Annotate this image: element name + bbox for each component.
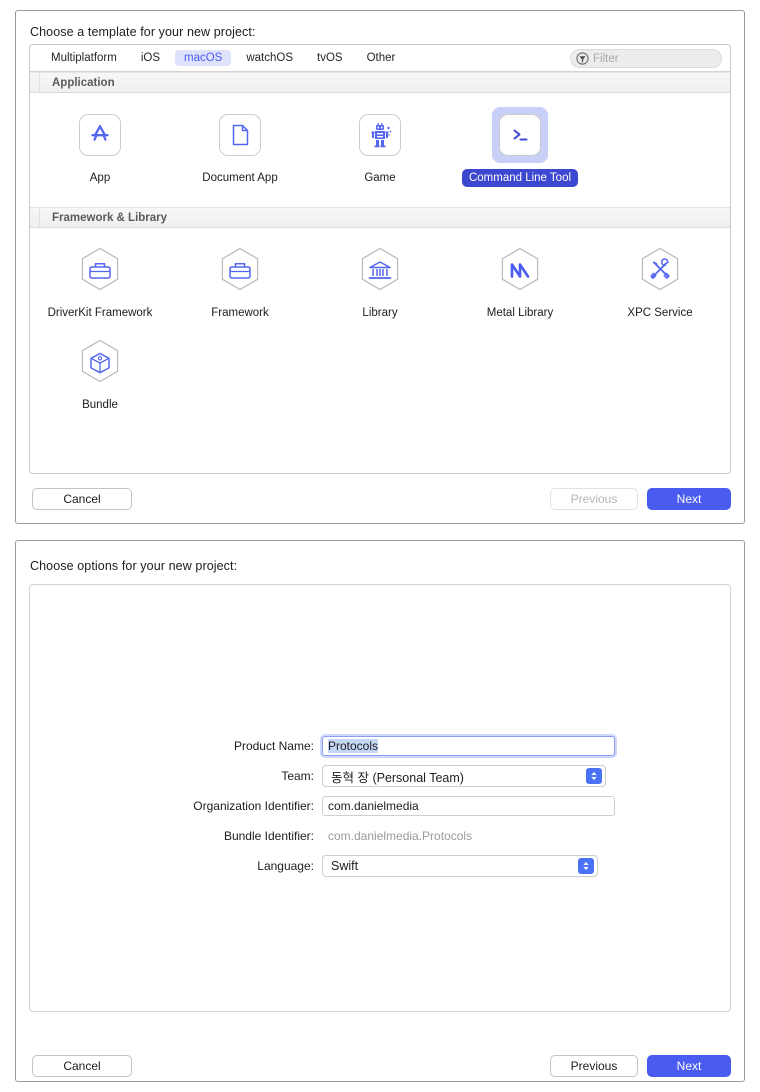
bundle-identifier-value: com.danielmedia.Protocols (328, 829, 473, 843)
tab-ios[interactable]: iOS (132, 50, 169, 66)
project-options-form: Product Name: Protocols Team: 동혁 장 (Pers… (30, 733, 730, 883)
template-item-library[interactable]: Library (310, 242, 450, 334)
filter-field[interactable]: Filter (570, 49, 722, 68)
template-item-xpc-service[interactable]: XPC Service (590, 242, 730, 334)
template-chooser-dialog: Choose a template for your new project: … (15, 10, 745, 524)
language-popup-button[interactable]: Swift (322, 855, 598, 877)
team-value: 동혁 장 (Personal Team) (331, 770, 464, 785)
document-icon (219, 114, 261, 156)
template-browser: Multiplatform iOS macOS watchOS tvOS Oth… (29, 44, 731, 474)
template-item-label: Command Line Tool (461, 169, 579, 187)
template-item-icon-wrap (352, 242, 408, 298)
tab-other[interactable]: Other (358, 50, 405, 66)
template-item-bundle[interactable]: Bundle (30, 334, 170, 426)
metal-m-hex-icon (495, 245, 545, 295)
template-item-icon-wrap (72, 334, 128, 390)
options-panel: Product Name: Protocols Team: 동혁 장 (Pers… (29, 584, 731, 1012)
filter-icon (576, 52, 589, 65)
section-header-framework-library: Framework & Library (30, 207, 730, 228)
game-robot-icon (359, 114, 401, 156)
chevron-updown-icon (578, 858, 594, 874)
language-value: Swift (331, 859, 359, 873)
template-item-icon-wrap (212, 107, 268, 163)
template-item-label: Document App (202, 172, 278, 184)
template-item-document-app[interactable]: Document App (170, 107, 310, 199)
template-item-label: App (89, 172, 111, 184)
project-options-dialog: Choose options for your new project: Pro… (15, 540, 745, 1082)
tools-hex-icon (635, 245, 685, 295)
form-row-organization-identifier: Organization Identifier: com.danielmedia (30, 793, 730, 819)
team-label: Team: (281, 769, 314, 783)
template-item-game[interactable]: Game (310, 107, 450, 199)
template-dialog-footer: Cancel Previous Next (16, 475, 744, 523)
previous-button[interactable]: Previous (550, 1055, 638, 1077)
tab-watchos[interactable]: watchOS (237, 50, 302, 66)
template-item-label: Framework (211, 307, 269, 319)
template-item-label: Bundle (82, 399, 118, 411)
template-item-icon-wrap (632, 242, 688, 298)
template-item-icon-wrap (492, 107, 548, 163)
template-item-icon-wrap (492, 242, 548, 298)
tab-tvos[interactable]: tvOS (308, 50, 352, 66)
cancel-button[interactable]: Cancel (32, 1055, 132, 1077)
product-name-input[interactable]: Protocols (322, 736, 615, 756)
template-item-label: XPC Service (627, 307, 693, 319)
template-item-icon-wrap (72, 107, 128, 163)
template-item-framework[interactable]: Framework (170, 242, 310, 334)
next-button[interactable]: Next (647, 1055, 731, 1077)
template-item-icon-wrap (212, 242, 268, 298)
template-item-command-line-tool[interactable]: Command Line Tool (450, 107, 590, 199)
options-dialog-footer: Cancel Previous Next (16, 1033, 744, 1081)
chevron-updown-icon (586, 768, 602, 784)
next-button[interactable]: Next (647, 488, 731, 510)
bank-hex-icon (355, 245, 405, 295)
form-row-team: Team: 동혁 장 (Personal Team) (30, 763, 730, 789)
organization-identifier-label: Organization Identifier: (193, 799, 314, 813)
product-name-value: Protocols (328, 739, 379, 753)
template-item-app[interactable]: App (30, 107, 170, 199)
template-item-empty-slot (590, 107, 730, 199)
form-row-product-name: Product Name: Protocols (30, 733, 730, 759)
template-item-driverkit-framework[interactable]: DriverKit Framework (30, 242, 170, 334)
template-item-label: Metal Library (486, 307, 554, 319)
template-item-label: Library (362, 307, 398, 319)
terminal-prompt-icon (499, 114, 541, 156)
product-name-label: Product Name: (233, 739, 314, 753)
platform-tabbar: Multiplatform iOS macOS watchOS tvOS Oth… (30, 45, 730, 72)
template-item-metal-library[interactable]: Metal Library (450, 242, 590, 334)
template-item-label: DriverKit Framework (47, 307, 153, 319)
screenshot-root: Choose a template for your new project: … (0, 0, 760, 1092)
tab-macos[interactable]: macOS (175, 50, 232, 66)
form-row-bundle-identifier: Bundle Identifier: com.danielmedia.Proto… (30, 823, 730, 849)
filter-placeholder: Filter (593, 52, 619, 65)
tab-multiplatform[interactable]: Multiplatform (42, 50, 126, 66)
language-label: Language: (257, 859, 314, 873)
organization-identifier-value: com.danielmedia (328, 799, 419, 813)
form-row-language: Language: Swift (30, 853, 730, 879)
cancel-button[interactable]: Cancel (32, 488, 132, 510)
toolbox-hex-icon (75, 245, 125, 295)
options-dialog-title: Choose options for your new project: (30, 559, 238, 573)
organization-identifier-input[interactable]: com.danielmedia (322, 796, 615, 816)
cube-hex-icon (75, 337, 125, 387)
template-item-label: Game (364, 172, 396, 184)
template-item-icon-wrap (72, 242, 128, 298)
team-popup-button[interactable]: 동혁 장 (Personal Team) (322, 765, 606, 787)
previous-button: Previous (550, 488, 638, 510)
template-grid-application: App Document App Game Command Line Tool (30, 93, 730, 207)
section-header-application: Application (30, 72, 730, 93)
toolbox-hex-icon (215, 245, 265, 295)
bundle-identifier-label: Bundle Identifier: (223, 829, 314, 843)
app-store-icon (79, 114, 121, 156)
template-grid-framework-library: DriverKit Framework Framework Library Me… (30, 228, 730, 434)
template-item-icon-wrap (352, 107, 408, 163)
